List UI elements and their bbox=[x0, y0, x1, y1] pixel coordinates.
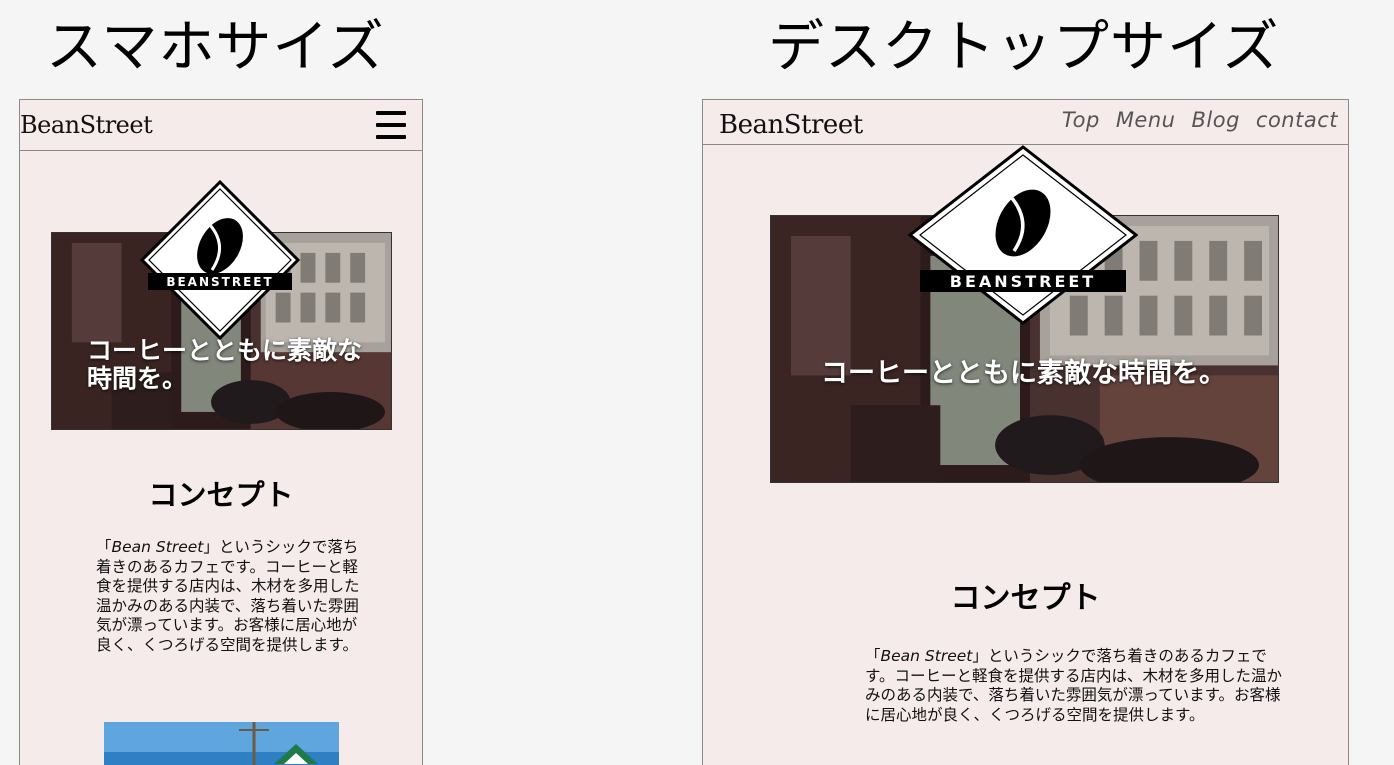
site-logo[interactable]: BeanStreet bbox=[20, 111, 153, 139]
coffee-bean-icon: BEANSTREET bbox=[908, 145, 1138, 325]
concept-brand-name: Bean Street bbox=[880, 647, 973, 665]
concept-title: コンセプト bbox=[148, 478, 294, 512]
badge-label: BEANSTREET bbox=[166, 275, 273, 289]
coffee-bean-icon: BEANSTREET bbox=[140, 180, 300, 340]
mobile-preview-frame: BeanStreet コーヒーとともに素敵な時間を。 BEANSTREET コン… bbox=[19, 99, 423, 765]
desktop-size-heading: デスクトップサイズ bbox=[768, 15, 1280, 80]
hero-tagline: コーヒーとともに素敵な時間を。 bbox=[87, 336, 363, 393]
design-mockup-canvas: スマホサイズ デスクトップサイズ BeanStreet コーヒーとともに素敵な時… bbox=[0, 0, 1394, 765]
hamburger-bar bbox=[376, 135, 406, 139]
nav-blog[interactable]: Blog bbox=[1191, 108, 1239, 132]
concept-title: コンセプト bbox=[950, 581, 1101, 616]
mobile-size-heading: スマホサイズ bbox=[46, 15, 385, 80]
hamburger-bar bbox=[376, 111, 406, 115]
site-logo[interactable]: BeanStreet bbox=[719, 110, 863, 140]
concept-quote-open: 「 bbox=[96, 538, 112, 556]
hero-tagline: コーヒーとともに素敵な時間を。 bbox=[821, 358, 1226, 389]
mobile-header: BeanStreet bbox=[20, 100, 422, 151]
hamburger-icon[interactable] bbox=[376, 108, 406, 142]
storefront-thumbnail bbox=[104, 722, 339, 765]
hamburger-bar bbox=[376, 123, 406, 127]
desktop-preview-frame: BeanStreet Top Menu Blog contact コーヒーととも… bbox=[702, 99, 1349, 765]
concept-body: 「Bean Street」というシックで落ち着きのあるカフェです。コーヒーと軽食… bbox=[96, 538, 372, 655]
concept-brand-name: Bean Street bbox=[111, 538, 204, 556]
nav-menu[interactable]: Menu bbox=[1116, 108, 1176, 132]
nav-top[interactable]: Top bbox=[1062, 108, 1100, 132]
nav-contact[interactable]: contact bbox=[1256, 108, 1338, 132]
main-nav: Top Menu Blog contact bbox=[1062, 108, 1338, 132]
desktop-header: BeanStreet Top Menu Blog contact bbox=[703, 100, 1348, 145]
badge-label: BEANSTREET bbox=[950, 272, 1096, 291]
concept-quote-open: 「 bbox=[865, 647, 881, 665]
concept-body: 「Bean Street」というシックで落ち着きのあるカフェです。コーヒーと軽食… bbox=[865, 647, 1285, 725]
